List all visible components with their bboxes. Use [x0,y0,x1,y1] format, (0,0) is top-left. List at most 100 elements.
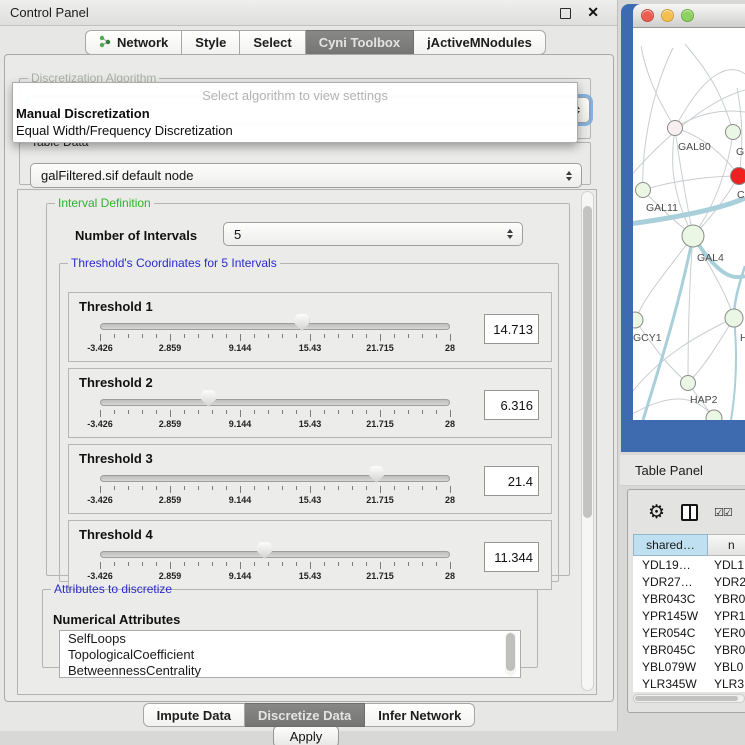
tick-mark [240,562,241,569]
threshold-value-field[interactable]: 14.713 [484,314,539,344]
attribute-list-item[interactable]: SelfLoops [60,631,520,647]
tab-cyni-toolbox[interactable]: Cyni Toolbox [306,30,414,55]
network-edge-highlighted[interactable] [643,236,693,420]
zoom-light-icon[interactable] [681,9,694,22]
column-header-shared-name[interactable]: shared… [633,534,708,556]
tick-mark [254,562,255,566]
tab-label: Style [195,35,226,50]
float-window-icon[interactable] [560,8,571,19]
column-header-name[interactable]: n [708,534,745,556]
threshold-slider-track[interactable] [100,323,450,330]
minimize-light-icon[interactable] [661,9,674,22]
tick-mark [142,334,143,338]
tick-mark [352,410,353,414]
slider-tick-labels: -3.4262.8599.14415.4321.71528 [100,419,450,430]
algorithm-placeholder-option[interactable]: Select algorithm to view settings [13,88,577,103]
tick-mark [170,410,171,417]
checkboxes-icon[interactable]: ☑☑ [714,506,732,519]
number-of-intervals-value: 5 [234,227,241,242]
tick-mark [352,562,353,566]
tick-mark [324,486,325,490]
table-row[interactable]: YBR043CYBR0 [633,590,745,607]
attribute-list-item[interactable]: TopologicalCoefficient [60,647,520,663]
tick-label: 9.144 [229,495,252,505]
tick-mark [114,486,115,490]
close-light-icon[interactable] [641,9,654,22]
threshold-slider-track[interactable] [100,399,450,406]
network-node-g[interactable] [726,125,741,140]
network-edge[interactable] [643,176,739,190]
network-node-gal80[interactable] [668,121,683,136]
number-of-intervals-combobox[interactable]: 5 [223,222,523,246]
bottom-tab-infer-network[interactable]: Infer Network [365,703,475,727]
network-node-h[interactable] [725,309,743,327]
numerical-attributes-list[interactable]: SelfLoopsTopologicalCoefficientBetweenne… [59,630,521,678]
table-horizontal-scrollbar[interactable] [633,694,745,703]
table-row[interactable]: YLR345WYLR3 [633,675,745,692]
slider-tick-labels: -3.4262.8599.14415.4321.71528 [100,571,450,582]
cell-shared-name: YBR045C [633,641,708,658]
bottom-tab-impute-data[interactable]: Impute Data [143,703,245,727]
threshold-slider-track[interactable] [100,551,450,558]
attribute-list-item[interactable]: BetweennessCentrality [60,663,520,678]
table-row[interactable]: YBL079WYBL0 [633,658,745,675]
attributes-list-scrollbar[interactable] [505,632,516,676]
table-row[interactable]: YBR045CYBR0 [633,641,745,658]
network-edge-highlighted[interactable] [731,318,736,420]
network-canvas[interactable]: GAL80GCGAL11GAL4GCY1HHAP2 [633,28,745,420]
threshold-value-field[interactable]: 11.344 [484,542,539,572]
tab-style[interactable]: Style [182,30,240,55]
network-window-titlebar [633,4,745,28]
tick-mark [128,562,129,566]
network-node-gal4[interactable] [682,225,704,247]
network-node-gcy1[interactable] [633,312,643,328]
table-row[interactable]: YDL19…YDL1 [633,556,745,573]
tick-label: 9.144 [229,419,252,429]
tick-mark [394,486,395,490]
tick-mark [450,410,451,417]
close-icon[interactable]: ✕ [587,4,599,21]
network-edge[interactable] [635,320,688,383]
apply-button[interactable]: Apply [273,725,339,745]
threshold-value-field[interactable]: 21.4 [484,466,539,496]
tab-select[interactable]: Select [240,30,305,55]
tick-mark [338,486,339,490]
tick-mark [324,562,325,566]
tick-label: 9.144 [229,343,252,353]
threshold-value-field[interactable]: 6.316 [484,390,539,420]
network-edge[interactable] [688,318,734,383]
algorithm-option-equal-width[interactable]: Equal Width/Frequency Discretization [16,123,233,138]
tick-mark [366,486,367,490]
tick-mark [198,334,199,338]
tab-network[interactable]: Network [85,30,182,55]
network-node-label: GAL11 [646,202,678,214]
threshold-panel: Threshold 1 -3.4262.8599.14415.4321.7152… [68,292,552,362]
network-node-label: HAP2 [690,394,718,406]
node-table: shared… n YDL19…YDL1YDR27…YDR2YBR043CYBR… [633,534,745,692]
tick-mark [436,410,437,414]
gear-icon[interactable]: ⚙ [648,503,665,522]
cell-shared-name: YDL19… [633,556,708,573]
tab-jactivemnodules[interactable]: jActiveMNodules [414,30,546,55]
algorithm-option-manual[interactable]: Manual Discretization [16,106,150,121]
tick-mark [156,410,157,414]
threshold-panel: Threshold 2 -3.4262.8599.14415.4321.7152… [68,368,552,438]
tab-label: Network [117,35,168,50]
settings-vertical-scrollbar[interactable] [581,191,594,691]
tick-mark [394,410,395,414]
network-node-gal11[interactable] [636,183,651,198]
table-data-combobox[interactable]: galFiltered.sif default node [30,163,582,188]
table-row[interactable]: YER054CYER0 [633,624,745,641]
columns-icon[interactable] [681,504,698,521]
tick-mark [366,562,367,566]
threshold-slider-track[interactable] [100,475,450,482]
table-row[interactable]: YDR27…YDR2 [633,573,745,590]
network-node-hap2[interactable] [681,376,696,391]
tick-mark [380,334,381,341]
tick-mark [450,562,451,569]
tick-label: 15.43 [299,343,322,353]
table-row[interactable]: YPR145WYPR1 [633,607,745,624]
tick-mark [142,486,143,490]
bottom-tab-discretize-data[interactable]: Discretize Data [245,703,365,727]
network-node-c[interactable] [731,168,745,185]
